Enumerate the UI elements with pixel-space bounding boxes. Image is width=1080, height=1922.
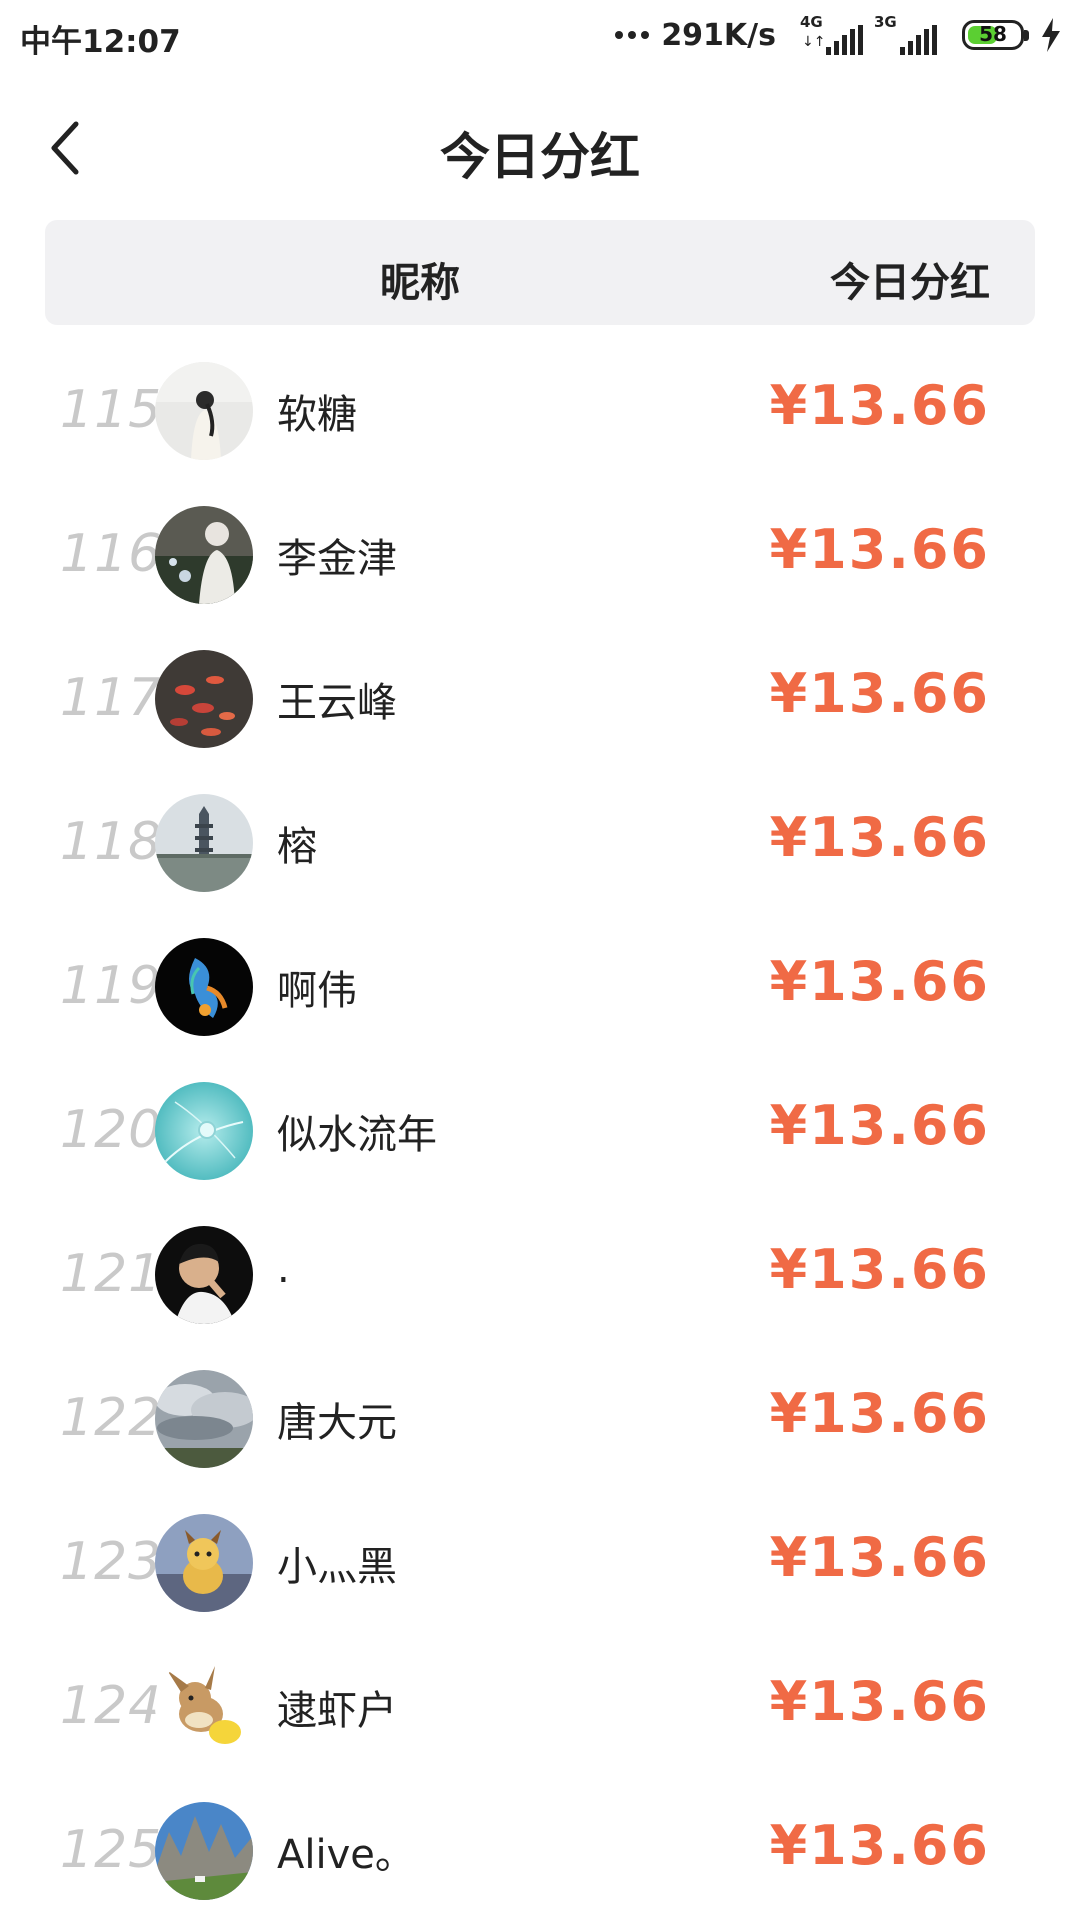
nickname: 榕 xyxy=(277,824,317,870)
list-item[interactable]: 122 唐大元 ¥13.66 xyxy=(0,1346,1080,1490)
nickname: 啊伟 xyxy=(277,968,357,1014)
list-item[interactable]: 123 小灬黑 ¥13.66 xyxy=(0,1490,1080,1634)
avatar xyxy=(155,1226,253,1324)
signal-4g-label: 4G xyxy=(800,13,823,31)
list-item[interactable]: 125 Alive。 ¥13.66 xyxy=(0,1778,1080,1922)
status-time: 中午12:07 xyxy=(20,24,181,60)
battery-icon: 58 xyxy=(962,20,1029,50)
nickname: 王云峰 xyxy=(277,680,397,726)
nickname: 唐大元 xyxy=(277,1400,397,1446)
list-item[interactable]: 121 . ¥13.66 xyxy=(0,1202,1080,1346)
list-item[interactable]: 117 王云峰 ¥13.66 xyxy=(0,626,1080,770)
dividend-amount: ¥13.66 xyxy=(769,662,990,725)
rank-number: 120 xyxy=(60,1100,163,1160)
rank-number: 115 xyxy=(60,380,163,440)
list-item[interactable]: 115 软糖 ¥13.66 xyxy=(0,338,1080,482)
signal-3g-icon: 3G xyxy=(874,13,938,55)
more-dots-icon xyxy=(615,31,650,39)
avatar xyxy=(155,650,253,748)
list-item[interactable]: 124 逮虾户 ¥13.66 xyxy=(0,1634,1080,1778)
rank-number: 117 xyxy=(60,668,163,728)
nickname: . xyxy=(277,1246,290,1292)
dividend-amount: ¥13.66 xyxy=(769,374,990,437)
nav-bar: 今日分红 xyxy=(0,95,1080,205)
avatar xyxy=(155,506,253,604)
dividend-amount: ¥13.66 xyxy=(769,806,990,869)
rank-number: 119 xyxy=(60,956,163,1016)
avatar xyxy=(155,1370,253,1468)
network-speed: 291K/s xyxy=(661,17,776,53)
nickname: 小灬黑 xyxy=(277,1544,397,1590)
list-item[interactable]: 116 李金津 ¥13.66 xyxy=(0,482,1080,626)
signal-3g-label: 3G xyxy=(874,13,897,31)
rank-number: 122 xyxy=(60,1388,163,1448)
dividend-amount: ¥13.66 xyxy=(769,950,990,1013)
dividend-amount: ¥13.66 xyxy=(769,1670,990,1733)
nickname: 似水流年 xyxy=(277,1112,437,1158)
dividend-amount: ¥13.66 xyxy=(769,1238,990,1301)
status-bar: 中午12:07 291K/s 4G ↓↑ 3G 58 xyxy=(0,0,1080,70)
nickname: 软糖 xyxy=(277,392,357,438)
rank-number: 118 xyxy=(60,812,163,872)
avatar xyxy=(155,1658,253,1756)
table-header: 昵称 今日分红 xyxy=(45,220,1035,325)
avatar xyxy=(155,1514,253,1612)
nickname: 逮虾户 xyxy=(277,1688,397,1734)
rank-number: 123 xyxy=(60,1532,163,1592)
list-item[interactable]: 118 榕 ¥13.66 xyxy=(0,770,1080,914)
rank-number: 121 xyxy=(60,1244,163,1304)
avatar xyxy=(155,938,253,1036)
page-title: 今日分红 xyxy=(440,128,640,186)
dividend-amount: ¥13.66 xyxy=(769,518,990,581)
rank-number: 125 xyxy=(60,1820,163,1880)
column-header-nickname: 昵称 xyxy=(380,260,460,306)
signal-4g-icon: 4G ↓↑ xyxy=(800,13,864,55)
dividend-list: 115 软糖 ¥13.66 116 李金津 ¥13.66 117 王云峰 ¥13… xyxy=(0,338,1080,1922)
column-header-dividend: 今日分红 xyxy=(830,260,990,306)
avatar xyxy=(155,362,253,460)
avatar xyxy=(155,794,253,892)
charging-bolt-icon xyxy=(1042,18,1060,52)
list-item[interactable]: 120 似水流年 ¥13.66 xyxy=(0,1058,1080,1202)
status-icons: 291K/s 4G ↓↑ 3G 58 xyxy=(615,13,1062,56)
battery-level: 58 xyxy=(979,22,1007,46)
rank-number: 116 xyxy=(60,524,163,584)
nickname: 李金津 xyxy=(277,536,397,582)
dividend-amount: ¥13.66 xyxy=(769,1526,990,1589)
avatar xyxy=(155,1802,253,1900)
rank-number: 124 xyxy=(60,1676,163,1736)
dividend-amount: ¥13.66 xyxy=(769,1382,990,1445)
dividend-amount: ¥13.66 xyxy=(769,1094,990,1157)
dividend-amount: ¥13.66 xyxy=(769,1814,990,1877)
list-item[interactable]: 119 啊伟 ¥13.66 xyxy=(0,914,1080,1058)
avatar xyxy=(155,1082,253,1180)
nickname: Alive。 xyxy=(277,1832,415,1878)
